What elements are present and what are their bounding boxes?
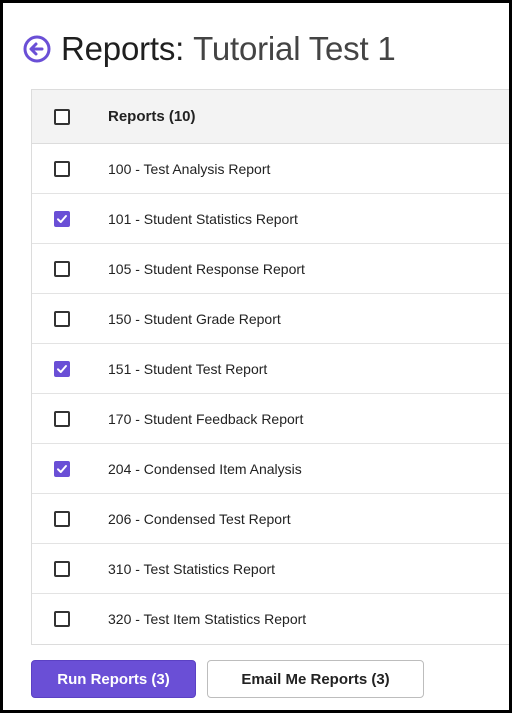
report-checkbox[interactable]: [54, 510, 70, 527]
page-title-prefix: Reports:: [61, 30, 185, 67]
checkmark-icon: [57, 464, 67, 473]
table-row[interactable]: 150 - Student Grade Report: [32, 294, 509, 344]
page-title: Reports: Tutorial Test 1: [61, 29, 396, 69]
reports-panel: Reports: Tutorial Test 1 Reports (10) 100…: [0, 0, 512, 713]
circle-arrow-left-icon[interactable]: [23, 35, 51, 63]
email-me-reports-button[interactable]: Email Me Reports (3): [207, 660, 424, 698]
table-row[interactable]: 206 - Condensed Test Report: [32, 494, 509, 544]
table-row[interactable]: 105 - Student Response Report: [32, 244, 509, 294]
table-header-row: Reports (10): [32, 90, 509, 144]
report-checkbox[interactable]: [54, 310, 70, 327]
report-label: 310 - Test Statistics Report: [108, 560, 276, 577]
select-all-checkbox[interactable]: [54, 108, 70, 125]
table-row[interactable]: 310 - Test Statistics Report: [32, 544, 509, 594]
report-checkbox[interactable]: [54, 260, 70, 277]
page-header: Reports: Tutorial Test 1: [23, 27, 396, 71]
report-label: 150 - Student Grade Report: [108, 310, 281, 327]
run-reports-button[interactable]: Run Reports (3): [31, 660, 196, 698]
report-label: 101 - Student Statistics Report: [108, 210, 298, 227]
table-row[interactable]: 151 - Student Test Report: [32, 344, 509, 394]
report-label: 204 - Condensed Item Analysis: [108, 460, 302, 477]
table-row[interactable]: 100 - Test Analysis Report: [32, 144, 509, 194]
report-label: 151 - Student Test Report: [108, 360, 268, 377]
report-label: 105 - Student Response Report: [108, 260, 305, 277]
table-row[interactable]: 320 - Test Item Statistics Report: [32, 594, 509, 644]
report-checkbox[interactable]: [54, 360, 70, 377]
report-checkbox[interactable]: [54, 210, 70, 227]
table-row[interactable]: 101 - Student Statistics Report: [32, 194, 509, 244]
reports-table: Reports (10) 100 - Test Analysis Report 1…: [31, 89, 509, 645]
checkmark-icon: [57, 214, 67, 223]
report-label: 320 - Test Item Statistics Report: [108, 611, 307, 627]
report-label: 100 - Test Analysis Report: [108, 160, 271, 177]
table-row[interactable]: 170 - Student Feedback Report: [32, 394, 509, 444]
table-body: 100 - Test Analysis Report 101 - Student …: [32, 144, 509, 644]
report-checkbox[interactable]: [54, 611, 70, 627]
table-row[interactable]: 204 - Condensed Item Analysis: [32, 444, 509, 494]
report-checkbox[interactable]: [54, 460, 70, 477]
report-checkbox[interactable]: [54, 410, 70, 427]
report-checkbox[interactable]: [54, 560, 70, 577]
report-checkbox[interactable]: [54, 160, 70, 177]
page-title-test-name: Tutorial Test 1: [193, 30, 396, 67]
checkmark-icon: [57, 364, 67, 373]
report-label: 206 - Condensed Test Report: [108, 510, 291, 527]
report-label: 170 - Student Feedback Report: [108, 410, 304, 427]
reports-column-header: Reports (10): [108, 108, 196, 125]
